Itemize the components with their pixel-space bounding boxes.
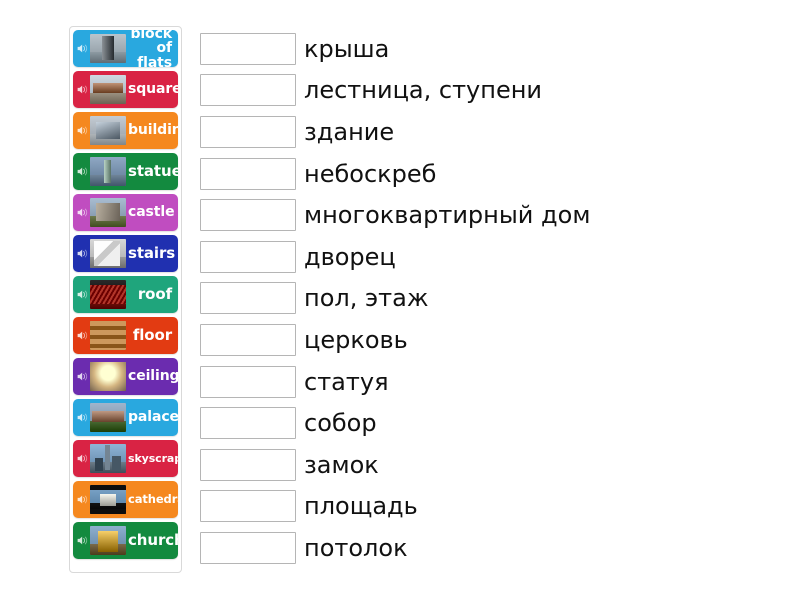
drop-target-box[interactable]: [200, 199, 296, 232]
speaker-icon[interactable]: [74, 112, 90, 149]
card-word-label: floor: [132, 325, 172, 344]
speaker-icon[interactable]: [74, 194, 90, 231]
drop-target-box[interactable]: [200, 407, 296, 440]
speaker-icon[interactable]: [74, 481, 90, 518]
word-card-floor[interactable]: floor: [73, 317, 178, 354]
card-thumbnail: [90, 362, 126, 391]
answer-row: дворец: [200, 236, 780, 278]
translation-label: крыша: [304, 34, 390, 63]
speaker-icon[interactable]: [74, 30, 90, 67]
speaker-icon[interactable]: [74, 276, 90, 313]
speaker-icon[interactable]: [74, 440, 90, 477]
card-word-label: castle: [128, 204, 175, 221]
card-word-label: square: [128, 81, 178, 98]
word-card-castle[interactable]: castle: [73, 194, 178, 231]
drop-target-box[interactable]: [200, 240, 296, 273]
word-cards-stack: block of flats square building statue castle…: [69, 26, 182, 573]
word-card-ceiling[interactable]: ceiling: [73, 358, 178, 395]
answer-row: собор: [200, 402, 780, 444]
card-thumbnail: [90, 485, 126, 514]
drop-target-box[interactable]: [200, 490, 296, 523]
drop-target-box[interactable]: [200, 448, 296, 481]
word-card-building[interactable]: building: [73, 112, 178, 149]
answer-row: крыша: [200, 28, 780, 70]
answer-row: потолок: [200, 527, 780, 569]
card-thumbnail: [90, 75, 126, 104]
speaker-icon[interactable]: [74, 399, 90, 436]
answer-row: статуя: [200, 361, 780, 403]
translation-label: статуя: [304, 367, 389, 396]
answer-row: многоквартирный дом: [200, 194, 780, 236]
drop-target-box[interactable]: [200, 365, 296, 398]
card-thumbnail: [90, 239, 126, 268]
translation-label: лестница, ступени: [304, 76, 542, 105]
card-thumbnail: [90, 157, 126, 186]
card-thumbnail: [90, 34, 126, 63]
word-card-cathedral[interactable]: cathedral: [73, 481, 178, 518]
card-word-label: skyscraper: [128, 451, 178, 465]
translation-label: дворец: [304, 242, 396, 271]
card-thumbnail: [90, 198, 126, 227]
card-word-label: statue: [128, 161, 178, 180]
answer-rows-list: крыша лестница, ступени здание небоскреб мно…: [200, 28, 780, 569]
drop-target-box[interactable]: [200, 115, 296, 148]
card-thumbnail: [90, 526, 126, 555]
word-card-square[interactable]: square: [73, 71, 178, 108]
drop-target-box[interactable]: [200, 32, 296, 65]
translation-label: многоквартирный дом: [304, 201, 591, 230]
word-card-church[interactable]: church: [73, 522, 178, 559]
speaker-icon[interactable]: [74, 235, 90, 272]
drop-target-box[interactable]: [200, 282, 296, 315]
translation-label: здание: [304, 117, 395, 146]
translation-label: собор: [304, 409, 377, 438]
answer-row: церковь: [200, 319, 780, 361]
word-card-block-of-flats[interactable]: block of flats: [73, 30, 178, 67]
speaker-icon[interactable]: [74, 71, 90, 108]
activity-root: block of flats square building statue castle…: [0, 0, 800, 600]
card-word-label: roof: [137, 284, 172, 303]
translation-label: потолок: [304, 533, 408, 562]
translation-label: небоскреб: [304, 159, 437, 188]
drop-target-box[interactable]: [200, 323, 296, 356]
answer-row: замок: [200, 444, 780, 486]
drop-target-box[interactable]: [200, 157, 296, 190]
word-card-roof[interactable]: roof: [73, 276, 178, 313]
card-word-label: cathedral: [128, 491, 178, 506]
drop-target-box[interactable]: [200, 531, 296, 564]
card-word-label: block of flats: [130, 30, 172, 67]
card-thumbnail: [90, 280, 126, 309]
answer-row: здание: [200, 111, 780, 153]
answer-row: лестница, ступени: [200, 70, 780, 112]
card-thumbnail: [90, 116, 126, 145]
translation-label: замок: [304, 450, 379, 479]
card-thumbnail: [90, 444, 126, 473]
card-word-label: building: [128, 122, 178, 139]
answer-row: пол, этаж: [200, 278, 780, 320]
translation-label: пол, этаж: [304, 284, 429, 313]
word-card-stairs[interactable]: stairs: [73, 235, 178, 272]
answer-row: небоскреб: [200, 153, 780, 195]
card-thumbnail: [90, 321, 126, 350]
card-word-label: stairs: [128, 243, 176, 262]
speaker-icon[interactable]: [74, 153, 90, 190]
card-thumbnail: [90, 403, 126, 432]
word-card-palace[interactable]: palace: [73, 399, 178, 436]
word-card-skyscraper[interactable]: skyscraper: [73, 440, 178, 477]
translation-label: площадь: [304, 492, 418, 521]
card-word-label: palace: [128, 409, 178, 426]
card-word-label: ceiling: [128, 368, 178, 385]
card-word-label: church: [128, 530, 178, 549]
answer-row: площадь: [200, 486, 780, 528]
translation-label: церковь: [304, 325, 408, 354]
speaker-icon[interactable]: [74, 317, 90, 354]
speaker-icon[interactable]: [74, 358, 90, 395]
speaker-icon[interactable]: [74, 522, 90, 559]
drop-target-box[interactable]: [200, 74, 296, 107]
word-card-statue[interactable]: statue: [73, 153, 178, 190]
